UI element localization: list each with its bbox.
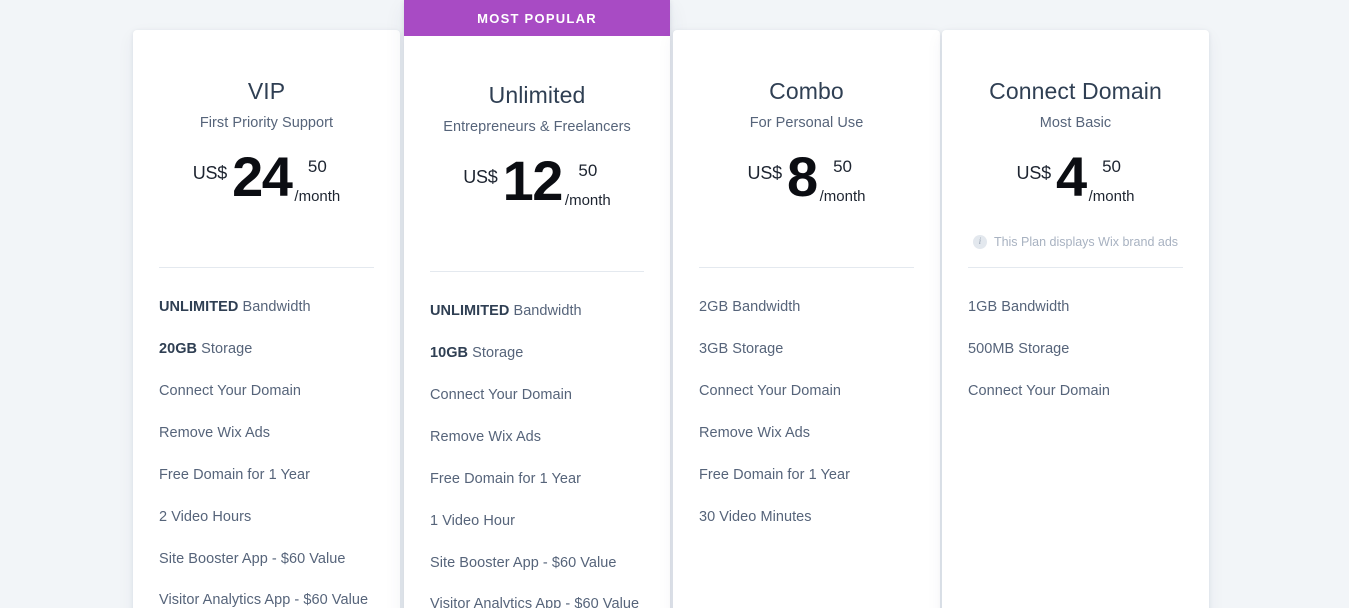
plan-price: US$ 8 50 /month — [673, 145, 940, 215]
plan-price: US$ 4 50 /month — [942, 145, 1209, 215]
feature-item: 30 Video Minutes — [699, 508, 812, 525]
divider — [159, 267, 374, 269]
feature-item: 2 Video Hours — [159, 508, 252, 525]
feature-item: 500MB Storage — [968, 341, 1070, 358]
plan-name: VIP — [247, 78, 286, 104]
feature-item-highlight: 10GB — [430, 345, 469, 362]
plan-header: Combo For Personal Use US$ 8 50 /month — [673, 30, 940, 215]
info-icon: i — [972, 235, 987, 250]
divider — [430, 271, 644, 273]
feature-item: Connect Your Domain — [159, 383, 302, 400]
price-currency: US$ — [192, 163, 228, 184]
plan-name: Unlimited — [488, 82, 586, 108]
pricing-plans-stage: VIP First Priority Support US$ 24 50 /mo… — [0, 0, 1349, 608]
price-cents: 50 — [1102, 157, 1121, 177]
feature-item: 3GB Storage — [699, 341, 784, 358]
plan-price: US$ 12 50 /month — [404, 149, 670, 219]
feature-list: UNLIMITED Bandwidth 10GB Storage Connect Y… — [404, 302, 670, 608]
brand-ads-note: i This Plan displays Wix brand ads — [942, 235, 1209, 250]
feature-item: Connect Your Domain — [430, 387, 573, 404]
price-period: /month — [564, 192, 611, 210]
feature-item: 2GB Bandwidth — [699, 299, 801, 316]
price-amount: 4 — [1055, 145, 1087, 209]
feature-item: UNLIMITED Bandwidth — [159, 299, 311, 316]
feature-list: 2GB Bandwidth 3GB Storage Connect Your Dom… — [673, 298, 940, 526]
feature-item: 1GB Bandwidth — [968, 299, 1070, 316]
feature-item: Free Domain for 1 Year — [430, 470, 582, 487]
feature-item-highlight: UNLIMITED — [430, 303, 510, 320]
price-period: /month — [1088, 188, 1135, 206]
feature-item-highlight: UNLIMITED — [159, 299, 239, 316]
price-amount: 12 — [502, 149, 564, 213]
brand-ads-note-text: This Plan displays Wix brand ads — [993, 235, 1179, 250]
feature-item: Visitor Analytics App - $60 Value — [159, 592, 369, 608]
plan-card-vip[interactable]: VIP First Priority Support US$ 24 50 /mo… — [133, 30, 400, 608]
feature-item: Site Booster App - $60 Value — [430, 554, 617, 571]
price-amount: 8 — [786, 145, 818, 209]
plan-name: Combo — [769, 78, 844, 104]
feature-item: Connect Your Domain — [699, 383, 842, 400]
price-side: 50 /month — [820, 158, 866, 204]
plan-card-unlimited[interactable]: MOST POPULAR Unlimited Entrepreneurs & F… — [404, 0, 670, 608]
price-period: /month — [294, 188, 341, 206]
most-popular-ribbon: MOST POPULAR — [404, 0, 670, 36]
feature-item: Remove Wix Ads — [159, 424, 271, 441]
feature-item: 1 Video Hour — [430, 512, 515, 529]
feature-list: 1GB Bandwidth 500MB Storage Connect Your D… — [942, 298, 1209, 401]
feature-item: Remove Wix Ads — [430, 428, 542, 445]
price-amount: 24 — [232, 145, 293, 209]
price-side: 50 /month — [294, 158, 340, 204]
feature-item: 10GB Storage — [430, 345, 524, 362]
price-currency: US$ — [463, 167, 498, 188]
price-cents: 50 — [307, 157, 327, 177]
price-side: 50 /month — [565, 162, 611, 208]
feature-item: Free Domain for 1 Year — [699, 466, 851, 483]
plan-tagline: Entrepreneurs & Freelancers — [443, 119, 631, 136]
price-cents: 50 — [578, 161, 598, 181]
price-cents: 50 — [833, 157, 852, 177]
feature-item-highlight: 20GB — [159, 341, 198, 358]
plan-card-combo[interactable]: Combo For Personal Use US$ 8 50 /month 2… — [673, 30, 940, 608]
plan-tagline: Most Basic — [1039, 115, 1112, 132]
divider — [699, 267, 914, 269]
feature-item: Visitor Analytics App - $60 Value — [430, 596, 640, 608]
plan-tagline: For Personal Use — [749, 115, 864, 132]
plan-card-connect-domain[interactable]: Connect Domain Most Basic US$ 4 50 /mont… — [942, 30, 1209, 608]
feature-item: 20GB Storage — [159, 341, 253, 358]
plan-name: Connect Domain — [989, 78, 1162, 104]
plan-price: US$ 24 50 /month — [133, 145, 400, 215]
price-currency: US$ — [747, 163, 783, 184]
feature-item: Connect Your Domain — [968, 383, 1111, 400]
feature-item: Remove Wix Ads — [699, 424, 811, 441]
divider — [968, 267, 1183, 269]
plan-header: Connect Domain Most Basic US$ 4 50 /mont… — [942, 30, 1209, 250]
price-currency: US$ — [1016, 163, 1052, 184]
plan-tagline: First Priority Support — [199, 115, 334, 132]
feature-list: UNLIMITED Bandwidth 20GB Storage Connect Y… — [133, 298, 400, 608]
plan-header: Unlimited Entrepreneurs & Freelancers US… — [404, 36, 670, 219]
price-period: /month — [819, 188, 866, 206]
feature-item: Free Domain for 1 Year — [159, 466, 311, 483]
plan-header: VIP First Priority Support US$ 24 50 /mo… — [133, 30, 400, 215]
feature-item: Site Booster App - $60 Value — [159, 550, 346, 567]
price-side: 50 /month — [1089, 158, 1135, 204]
feature-item: UNLIMITED Bandwidth — [430, 303, 582, 320]
